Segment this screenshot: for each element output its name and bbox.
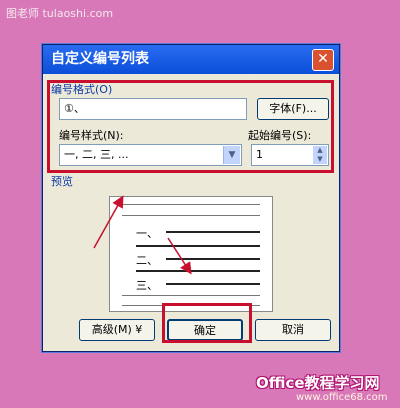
watermark-bottom-url: www.office68.com <box>296 392 388 403</box>
arrow-to-preview-icon <box>93 195 124 249</box>
watermark-bottom: Office教程学习网 <box>256 374 380 392</box>
annotation-arrows <box>93 195 192 275</box>
arrow-to-item-icon <box>167 237 192 275</box>
